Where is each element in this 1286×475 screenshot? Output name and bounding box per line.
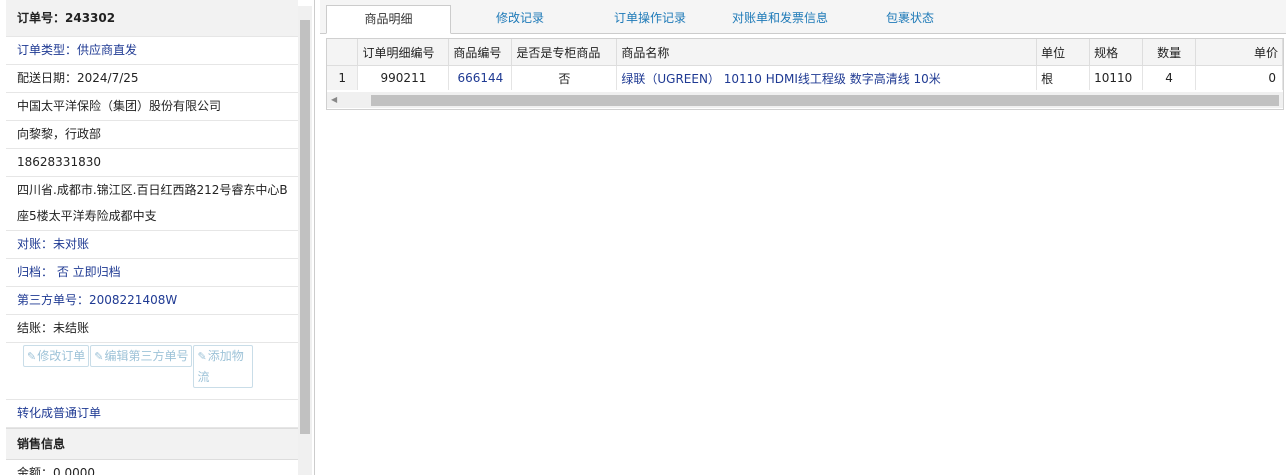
settle-status: 结账：未结账 [6, 315, 298, 343]
edit-third-party-button[interactable]: ✎编辑第三方单号 [90, 345, 193, 367]
tab-change-log[interactable]: 修改记录 [465, 5, 575, 32]
product-name-link[interactable]: 绿联（UGREEN） 10110 HDMI线工程级 数字高清线 10米 [616, 65, 1038, 90]
grid-scroll-thumb[interactable] [371, 95, 1279, 106]
spec-cell: 10110 [1089, 65, 1144, 90]
tab-bar: 商品明细 修改记录 订单操作记录 对账单和发票信息 包裹状态 [320, 0, 1286, 34]
delivery-date: 配送日期：2024/7/25 [6, 65, 298, 93]
column-header-unit[interactable]: 单位 [1036, 39, 1091, 66]
third-party-number: 第三方单号：2008221408W [6, 287, 298, 315]
product-table: 订单明细编号 商品编号 是否是专柜商品 商品名称 单位 规格 数量 单价 1 9… [327, 39, 1283, 90]
row-number: 1 [327, 65, 359, 90]
edit-third-party-label: 编辑第三方单号 [104, 349, 189, 363]
column-header-quantity[interactable]: 数量 [1142, 39, 1197, 66]
delivery-address: 四川省.成都市.锦江区.百日红西路212号睿东中心B座5楼太平洋寿险成都中支 [6, 177, 298, 231]
product-detail-grid: 订单明细编号 商品编号 是否是专柜商品 商品名称 单位 规格 数量 单价 1 9… [326, 38, 1284, 110]
counter-product-cell: 否 [511, 65, 618, 90]
unit-price-cell: 0 [1195, 65, 1283, 90]
sales-info-header: 销售信息 [6, 428, 298, 460]
edit-order-button[interactable]: ✎修改订单 [23, 345, 90, 367]
column-header-rownum [327, 39, 359, 66]
column-header-detail-no[interactable]: 订单明细编号 [357, 39, 450, 66]
tab-statement-invoice[interactable]: 对账单和发票信息 [715, 5, 845, 32]
sidebar-scrollbar[interactable] [298, 6, 312, 475]
tab-order-operation-log[interactable]: 订单操作记录 [595, 5, 705, 32]
column-header-unit-price[interactable]: 单价 [1195, 39, 1283, 66]
order-info-panel: 订单号：243302 订单类型：供应商直发 配送日期：2024/7/25 中国太… [0, 0, 315, 475]
column-header-product-no[interactable]: 商品编号 [448, 39, 513, 66]
add-logistics-button[interactable]: ✎添加物流 [193, 345, 254, 388]
edit-icon: ✎ [94, 350, 104, 363]
reconcile-status[interactable]: 对账：未对账 [6, 231, 298, 259]
column-header-spec[interactable]: 规格 [1089, 39, 1144, 66]
column-header-counter-product[interactable]: 是否是专柜商品 [511, 39, 618, 66]
order-info-list: 订单号：243302 订单类型：供应商直发 配送日期：2024/7/25 中国太… [6, 0, 298, 475]
quantity-cell: 4 [1142, 65, 1197, 90]
sidebar-scroll-thumb[interactable] [300, 20, 310, 434]
table-header-row: 订单明细编号 商品编号 是否是专柜商品 商品名称 单位 规格 数量 单价 [327, 39, 1283, 66]
order-number: 订单号：243302 [6, 0, 298, 37]
phone-number: 18628331830 [6, 149, 298, 177]
grid-horizontal-scrollbar[interactable]: ◀ [327, 92, 1283, 108]
company-name: 中国太平洋保险（集团）股份有限公司 [6, 93, 298, 121]
detail-no-cell: 990211 [357, 65, 450, 90]
scroll-left-icon[interactable]: ◀ [331, 95, 337, 104]
column-header-product-name[interactable]: 商品名称 [616, 39, 1038, 66]
table-row[interactable]: 1 990211 666144 否 绿联（UGREEN） 10110 HDMI线… [327, 65, 1283, 90]
order-type: 订单类型：供应商直发 [6, 37, 298, 65]
edit-icon: ✎ [197, 350, 207, 363]
convert-to-normal-order-link[interactable]: 转化成普通订单 [6, 400, 298, 428]
detail-panel: 商品明细 修改记录 订单操作记录 对账单和发票信息 包裹状态 订单明细编号 商品… [320, 0, 1286, 475]
tab-product-details[interactable]: 商品明细 [326, 5, 451, 34]
tab-package-status[interactable]: 包裹状态 [855, 5, 965, 32]
unit-cell: 根 [1036, 65, 1091, 90]
contact-person: 向黎黎，行政部 [6, 121, 298, 149]
edit-icon: ✎ [27, 350, 37, 363]
archive-status[interactable]: 归档： 否 立即归档 [6, 259, 298, 287]
sales-amount: 金额：0.0000 [6, 460, 298, 475]
product-no-link[interactable]: 666144 [448, 65, 513, 90]
order-action-buttons: ✎修改订单 ✎编辑第三方单号 ✎添加物流 [6, 343, 298, 400]
edit-order-label: 修改订单 [37, 349, 86, 363]
